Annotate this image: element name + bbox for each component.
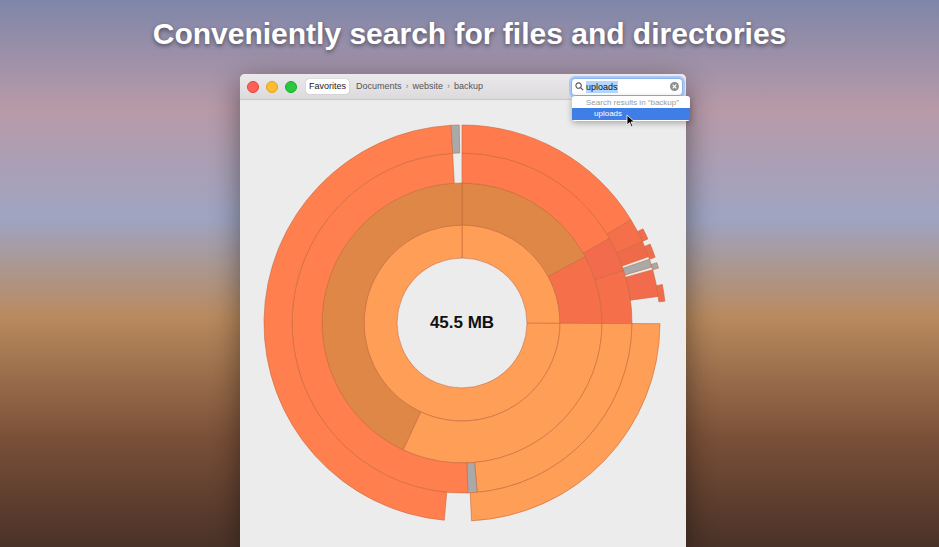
chart-segment[interactable] [638,229,648,242]
chart-segment[interactable] [467,462,477,492]
window-controls [247,81,297,93]
search-text[interactable]: uploads [586,81,618,93]
breadcrumb[interactable]: backup [454,81,483,92]
zoom-button[interactable] [285,81,297,93]
banner: Conveniently search for files and direct… [0,0,939,74]
chart-segment[interactable] [264,125,453,520]
chart-segment[interactable] [364,225,560,421]
search-dropdown: Search results in “backup” uploads [572,96,690,121]
chart-segment[interactable] [451,125,460,153]
close-button[interactable] [247,81,259,93]
total-size: 45.5 MB [430,310,494,336]
search-field[interactable]: uploads [571,78,683,96]
clear-icon[interactable] [670,82,679,91]
breadcrumb[interactable]: Documents [356,81,402,92]
cursor-icon [626,114,636,128]
chart-segment[interactable] [462,125,631,234]
favorites-button[interactable]: Favorites [306,79,349,94]
minimize-button[interactable] [266,81,278,93]
chart-segment[interactable] [651,263,658,270]
chart-segment[interactable] [656,284,664,301]
breadcrumb[interactable]: website [413,81,444,92]
magnifier-icon [575,82,584,91]
chart-segment[interactable] [470,324,660,521]
banner-title: Conveniently search for files and direct… [153,14,787,74]
chart-area: 45.5 MB [240,100,686,547]
desktop-wallpaper: {"banner": {"title": "Conveniently searc… [0,0,939,547]
dropdown-header: Search results in “backup” [572,97,690,108]
breadcrumb-separator: › [406,81,409,92]
chart-segment[interactable] [626,270,658,301]
chart-segment[interactable] [645,244,656,259]
breadcrumbs: Documents›website›backup [356,81,483,92]
app-window: Favorites Documents›website›backup uploa… [240,74,686,547]
breadcrumb-separator: › [447,81,450,92]
